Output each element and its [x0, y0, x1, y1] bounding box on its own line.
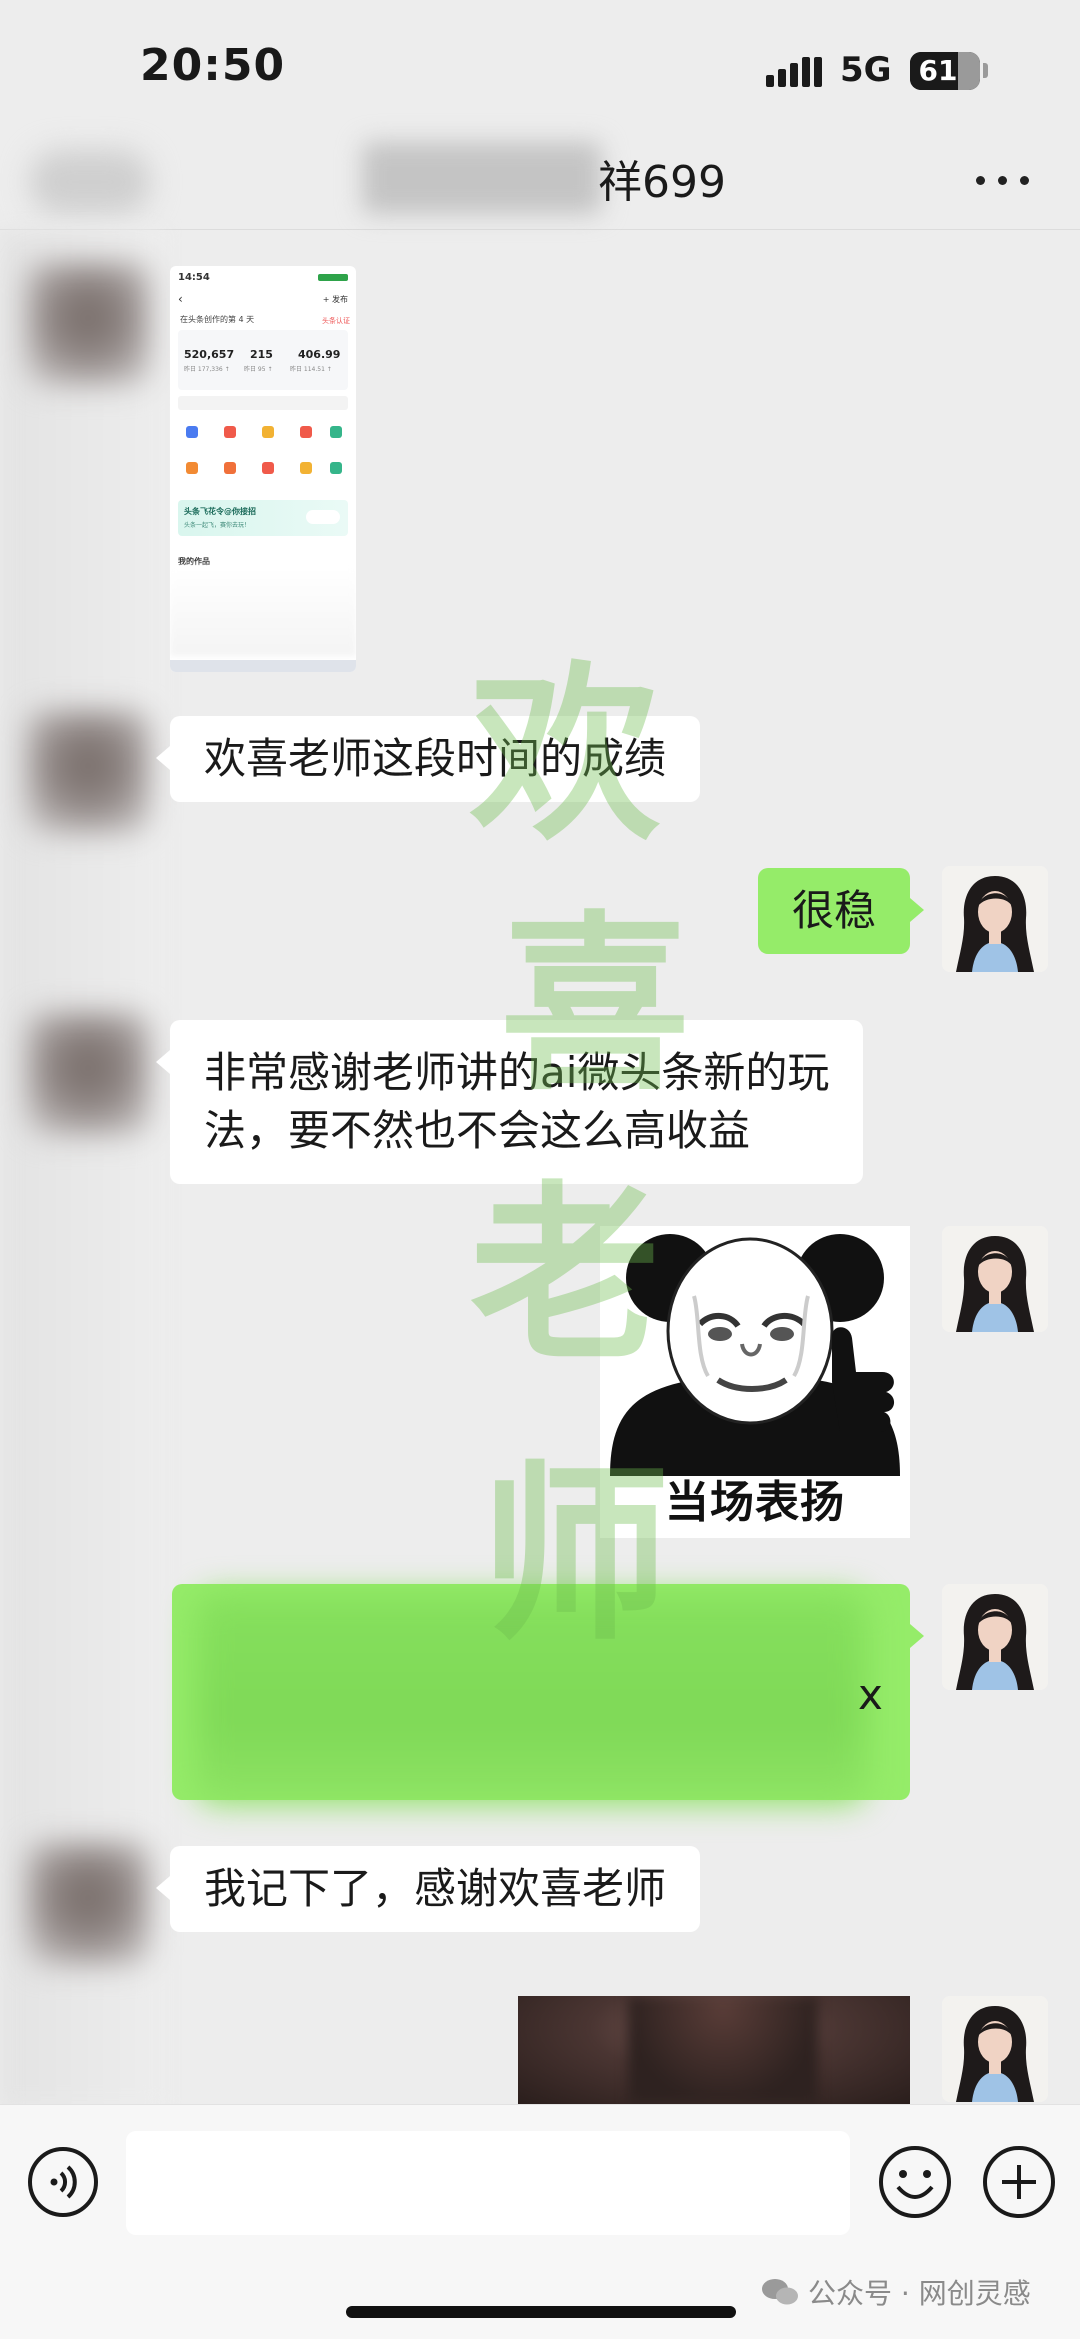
thumb-stat-value: 520,657 — [184, 348, 235, 361]
thumb-app-icon — [224, 426, 236, 438]
thumb-stat-sub: 昨日 114.51 ↑ — [290, 366, 332, 373]
thumb-app-icon — [224, 462, 236, 474]
contact-avatar[interactable] — [26, 1012, 150, 1136]
thumb-profile-line: 在头条创作的第 4 天 — [180, 315, 255, 324]
redaction-blur — [196, 1594, 866, 1804]
panda-thumbs-up-icon — [600, 1226, 910, 1476]
thumb-stat-value: 215 — [250, 348, 273, 361]
footer-credit: 公众号 · 网创灵感 — [760, 2272, 1031, 2312]
thumb-stat-value: 406.99 — [298, 348, 341, 361]
thumb-stat-sub: 昨日 95 ↑ — [244, 366, 273, 373]
sticker-message[interactable]: 当场表扬 — [600, 1226, 910, 1538]
self-avatar[interactable] — [942, 1584, 1048, 1690]
thumb-app-icon — [262, 462, 274, 474]
incoming-message-bubble[interactable]: 我记下了，感谢欢喜老师 — [155, 1846, 701, 1932]
signal-strength-icon — [766, 57, 822, 87]
photo-content — [628, 1996, 818, 2104]
thumb-banner-title: 头条飞花令@你接招 — [184, 507, 256, 516]
incoming-message-bubble[interactable]: 欢喜老师这段时间的成绩 — [155, 716, 701, 802]
message-input[interactable] — [126, 2131, 850, 2235]
message-text: 欢喜老师这段时间的成绩 — [204, 734, 667, 783]
thumb-banner: 头条飞花令@你接招 头条一起飞，赛你去玩！ — [178, 500, 348, 536]
visible-fragment: x — [858, 1670, 883, 1719]
thumb-time: 14:54 — [178, 272, 210, 283]
wechat-icon — [762, 2279, 798, 2305]
portrait-avatar-icon — [942, 866, 1048, 972]
thumb-profile-tag: 头条认证 — [322, 317, 350, 325]
footer-credit-text: 公众号 · 网创灵感 — [808, 2277, 1031, 2310]
thumb-app-icon — [330, 426, 342, 438]
blurred-left-edge — [0, 230, 160, 2110]
message-text-line: 法，要不然也不会这么高收益 — [204, 1106, 751, 1155]
self-avatar[interactable] — [942, 1226, 1048, 1332]
thumb-app-icon — [330, 462, 342, 474]
screenshot-message[interactable]: 14:54 ‹ + 发布 在头条创作的第 4 天 头条认证 520,657 昨日… — [170, 266, 356, 672]
thumb-app-icon — [262, 426, 274, 438]
thumb-footer — [170, 660, 356, 672]
thumb-back-icon: ‹ — [178, 292, 183, 306]
contact-avatar[interactable] — [26, 1842, 150, 1966]
sticker-caption: 当场表扬 — [665, 1477, 845, 1528]
status-bar: 20:50 5G 61 — [0, 0, 1080, 130]
thumb-stats: 520,657 昨日 177,336 ↑ 215 昨日 95 ↑ 406.99 … — [178, 330, 348, 390]
thumb-stat-sub: 昨日 177,336 ↑ — [184, 366, 230, 373]
self-avatar[interactable] — [942, 1996, 1048, 2102]
chat-title: 祥699 — [598, 157, 726, 208]
battery-icon: 61 — [910, 52, 980, 90]
thumb-app-icon — [186, 426, 198, 438]
message-text-line: 非常感谢老师讲的ai微头条新的玩 — [204, 1048, 830, 1097]
more-dots-icon[interactable] — [976, 170, 1032, 192]
portrait-avatar-icon — [942, 1226, 1048, 1332]
portrait-avatar-icon — [942, 1584, 1048, 1690]
thumb-publish: + 发布 — [322, 295, 348, 304]
thumb-banner-sub: 头条一起飞，赛你去玩！ — [184, 522, 251, 529]
incoming-message-bubble[interactable]: 非常感谢老师讲的ai微头条新的玩 法，要不然也不会这么高收益 — [155, 1020, 864, 1184]
contact-avatar[interactable] — [26, 710, 150, 834]
thumb-app-icon — [300, 426, 312, 438]
thumb-banner-button — [306, 510, 340, 524]
back-button[interactable] — [30, 150, 150, 214]
contact-avatar[interactable] — [26, 262, 150, 386]
emoji-icon[interactable] — [876, 2143, 954, 2221]
plus-icon[interactable] — [980, 2143, 1058, 2221]
message-text: 很稳 — [792, 886, 877, 935]
status-time: 20:50 — [140, 40, 286, 91]
title-redacted — [362, 142, 602, 214]
battery-nub — [983, 63, 988, 78]
home-indicator[interactable] — [346, 2306, 736, 2318]
outgoing-message-bubble[interactable]: 很稳 — [758, 868, 925, 954]
portrait-avatar-icon — [942, 1996, 1048, 2102]
battery-level: 61 — [918, 54, 958, 87]
chat-header: 祥699 — [0, 130, 1080, 230]
image-message[interactable] — [518, 1996, 910, 2104]
self-avatar[interactable] — [942, 866, 1048, 972]
thumb-status-icon — [318, 274, 348, 281]
thumb-app-icon — [300, 462, 312, 474]
thumb-app-icon — [186, 462, 198, 474]
message-text: 我记下了，感谢欢喜老师 — [204, 1864, 667, 1913]
network-type: 5G — [840, 50, 892, 90]
thumb-fade — [170, 566, 356, 656]
thumb-notice — [178, 396, 348, 410]
voice-icon[interactable] — [26, 2145, 100, 2219]
